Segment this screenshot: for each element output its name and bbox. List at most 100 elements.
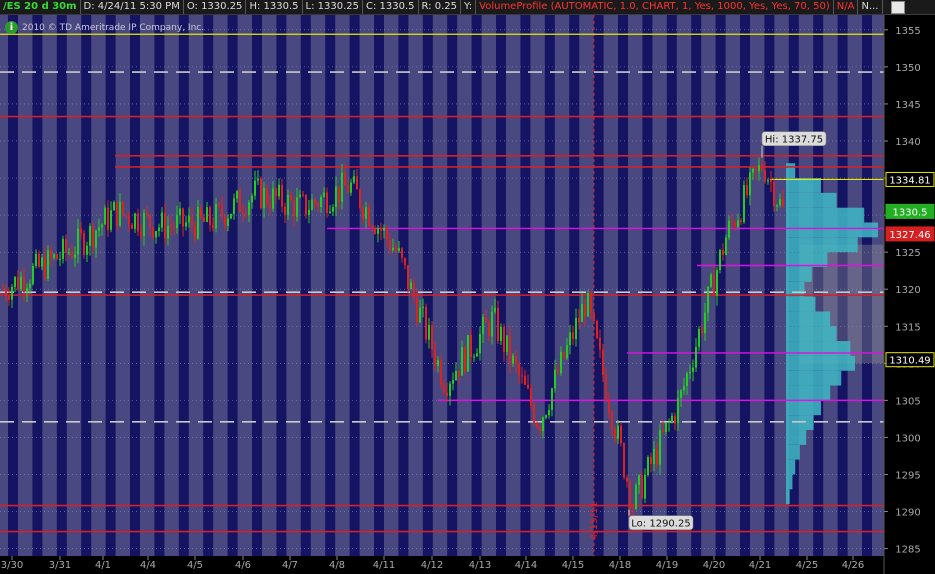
bar-close: C: 1330.5: [363, 0, 419, 14]
candle-body: [659, 430, 661, 465]
candle-body: [698, 328, 700, 347]
candle-body: [167, 225, 169, 239]
candle-body: [530, 388, 532, 406]
candle-body: [449, 383, 451, 396]
candle-body: [314, 199, 316, 204]
session-band: [374, 15, 384, 556]
candle-body: [575, 317, 577, 339]
candle-body: [125, 213, 127, 216]
session-band: [447, 15, 458, 556]
candle-body: [602, 349, 604, 375]
candle-body: [293, 200, 295, 217]
profile-bar: [786, 192, 837, 208]
candle-body: [722, 249, 724, 255]
candle-body: [653, 448, 655, 465]
session-band: [666, 15, 677, 556]
candle-body: [527, 384, 529, 389]
candle-body: [593, 312, 595, 322]
session-band: [544, 15, 555, 556]
candle-body: [443, 384, 445, 393]
session-band: [105, 15, 116, 556]
price-tick-label: 1285: [895, 545, 920, 556]
copyright-text: 2010 © TD Ameritrade IP Company, Inc.: [22, 23, 205, 33]
candle-body: [665, 422, 667, 432]
candle-body: [413, 282, 415, 299]
candle-body: [389, 239, 391, 251]
divider-label: 4/15/11: [589, 501, 600, 540]
more-studies[interactable]: N...: [858, 0, 883, 14]
candle-body: [767, 180, 769, 182]
price-tag-label: 1327.46: [889, 230, 930, 241]
candle-body: [611, 412, 613, 430]
candle-body: [200, 206, 202, 218]
candle-body: [470, 335, 472, 357]
profile-bar: [786, 341, 851, 356]
candle-body: [209, 207, 211, 225]
session-band: [764, 15, 775, 556]
candle-body: [113, 202, 115, 211]
profile-bar: [786, 400, 821, 416]
candle-body: [131, 224, 133, 229]
price-tag-label: 1310.49: [889, 356, 930, 367]
candle-body: [158, 227, 160, 232]
candle-body: [2, 289, 4, 291]
session-band: [593, 15, 604, 556]
candle-body: [266, 187, 268, 204]
candle-body: [29, 283, 31, 288]
candle-body: [524, 375, 526, 385]
candle-body: [50, 250, 52, 258]
candle-body: [206, 207, 208, 222]
date-tick-label: 3/30: [1, 560, 23, 571]
candle-body: [362, 208, 364, 219]
profile-bar: [786, 430, 807, 445]
date-tick-label: 4/7: [282, 560, 298, 571]
candle-body: [284, 206, 286, 215]
symbol-label[interactable]: /ES 20 d 30m: [0, 0, 81, 14]
price-tick-label: 1325: [895, 248, 920, 259]
candle-body: [560, 351, 562, 374]
candle-body: [173, 226, 175, 228]
candle-body: [539, 426, 541, 432]
date-tick-label: 4/26: [842, 560, 864, 571]
candle-body: [734, 222, 736, 227]
date-tick-label: 4/6: [235, 560, 251, 571]
candle-body: [278, 184, 280, 197]
candle-body: [557, 369, 559, 374]
candle-body: [764, 170, 766, 182]
session-band: [252, 15, 262, 556]
candle-body: [542, 417, 544, 432]
candle-body: [620, 425, 622, 444]
profile-bar: [786, 311, 831, 327]
candle-body: [503, 326, 505, 353]
candle-body: [455, 370, 457, 381]
candle-body: [236, 191, 238, 199]
candle-body: [356, 176, 358, 190]
profile-bar: [786, 222, 878, 238]
menu-icon[interactable]: [891, 1, 905, 14]
candle-body: [446, 392, 448, 396]
date-tick-label: 4/4: [140, 560, 156, 571]
candle-body: [518, 363, 520, 376]
price-chart[interactable]: 4/15/11 12851290129513001305131013151320…: [0, 0, 935, 574]
candle-body: [197, 206, 199, 239]
candle-body: [371, 226, 373, 229]
candle-body: [686, 373, 688, 387]
candle-body: [752, 168, 754, 173]
candle-body: [143, 212, 145, 237]
profile-bar: [786, 326, 837, 342]
candle-body: [140, 231, 142, 237]
candle-body: [188, 215, 190, 223]
candle-body: [68, 252, 70, 254]
candle-body: [137, 213, 139, 232]
info-icon[interactable]: i: [5, 21, 18, 34]
candle-body: [755, 168, 757, 172]
session-band: [520, 15, 531, 556]
candle-body: [14, 276, 16, 287]
candle-body: [554, 369, 556, 389]
date-tick-label: 4/25: [796, 560, 818, 571]
study-label[interactable]: VolumeProfile (AUTOMATIC, 1.0, CHART, 1,…: [476, 0, 834, 14]
candle-body: [101, 224, 103, 228]
session-band: [276, 15, 287, 556]
candle-body: [749, 172, 751, 196]
candle-body: [710, 274, 712, 287]
